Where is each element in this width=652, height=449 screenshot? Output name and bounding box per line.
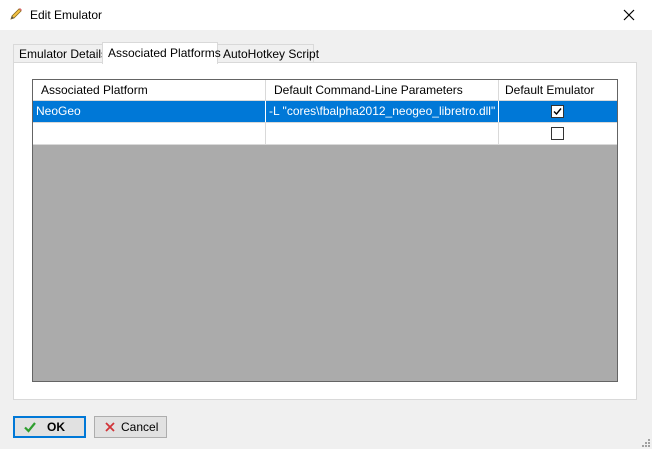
table-row[interactable] [33, 123, 617, 145]
checkmark-icon [553, 108, 562, 116]
column-header-default-emulator[interactable]: Default Emulator [499, 80, 617, 100]
column-header-parameters[interactable]: Default Command-Line Parameters [266, 80, 499, 100]
table-row[interactable]: NeoGeo -L "cores\fbalpha2012_neogeo_libr… [33, 101, 617, 123]
cancel-button[interactable]: Cancel [94, 416, 167, 438]
default-emulator-cell[interactable] [499, 101, 617, 122]
pencil-icon [10, 8, 22, 20]
ok-button[interactable]: OK [13, 416, 86, 438]
window-title: Edit Emulator [30, 8, 103, 22]
tab-associated-platforms[interactable]: Associated Platforms [102, 42, 221, 64]
tab-autohotkey-script[interactable]: AutoHotkey Script [217, 44, 319, 62]
platforms-grid[interactable]: Associated Platform Default Command-Line… [32, 79, 618, 382]
column-header-platform[interactable]: Associated Platform [33, 80, 266, 100]
default-emulator-cell[interactable] [499, 123, 617, 144]
parameters-cell[interactable]: -L "cores\fbalpha2012_neogeo_libretro.dl… [266, 101, 499, 122]
x-icon [105, 422, 115, 432]
edit-emulator-window: Edit Emulator Emulator Details Associate… [0, 0, 652, 449]
ok-label: OK [47, 420, 65, 434]
cancel-label: Cancel [121, 420, 159, 434]
close-button[interactable] [606, 0, 652, 30]
checkmark-icon [24, 422, 36, 433]
resize-grip-icon[interactable] [640, 437, 650, 447]
title-bar[interactable]: Edit Emulator [0, 0, 652, 30]
default-emulator-checkbox[interactable] [551, 127, 564, 140]
grid-header: Associated Platform Default Command-Line… [33, 80, 617, 101]
platform-cell[interactable]: NeoGeo [33, 101, 266, 122]
close-icon [623, 9, 635, 21]
parameters-cell[interactable] [266, 123, 499, 144]
platform-cell[interactable] [33, 123, 266, 144]
default-emulator-checkbox[interactable] [551, 105, 564, 118]
tab-emulator-details[interactable]: Emulator Details [13, 44, 107, 62]
